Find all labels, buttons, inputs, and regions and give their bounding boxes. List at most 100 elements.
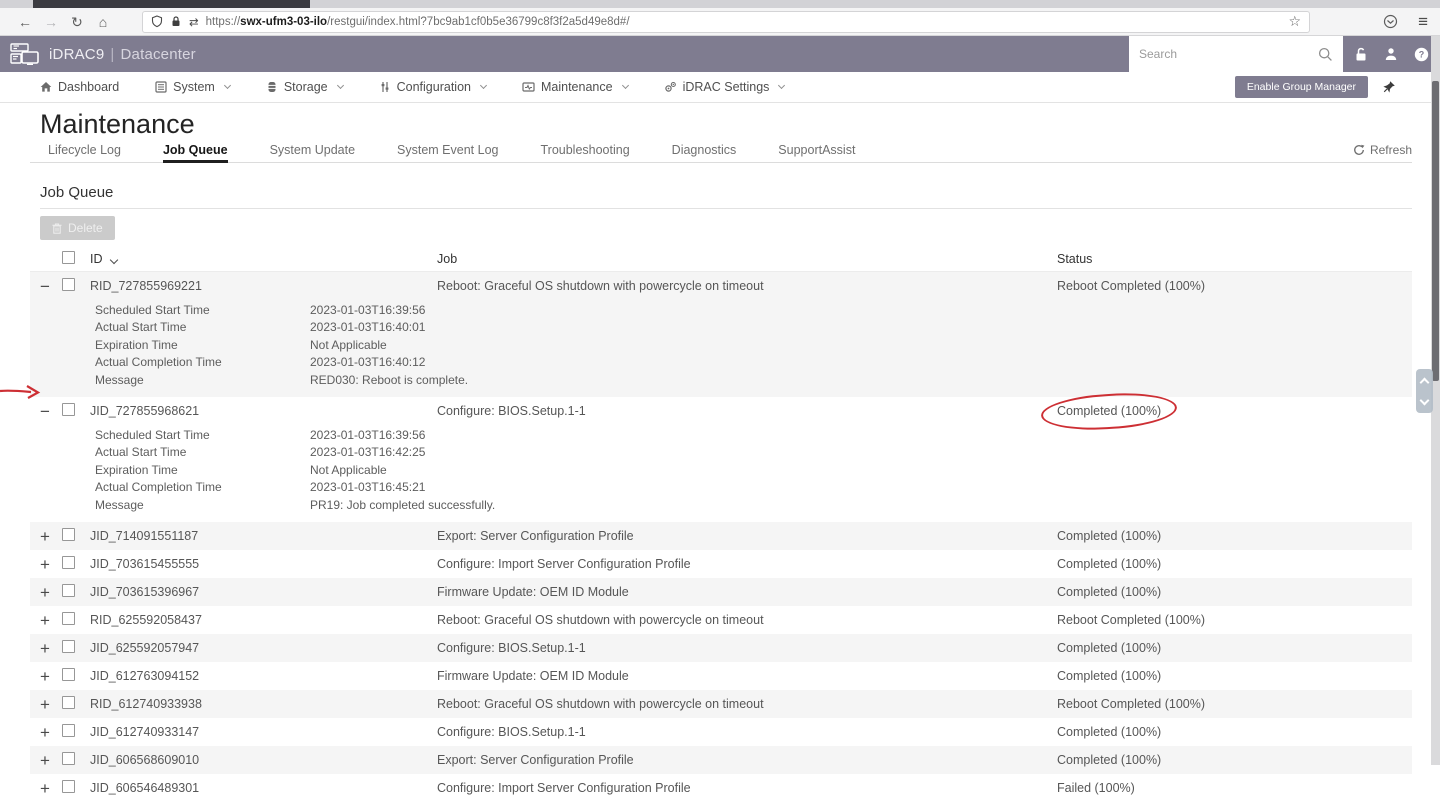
tab-system-update[interactable]: System Update (270, 143, 355, 162)
expand-toggle[interactable]: + (40, 780, 62, 797)
detail-line: Actual Start Time 2023-01-03T16:40:01 (30, 319, 1412, 336)
table-row[interactable]: + JID_612763094152 Firmware Update: OEM … (30, 662, 1412, 690)
expand-toggle[interactable]: − (40, 403, 62, 420)
job-id: JID_703615396967 (90, 585, 437, 599)
reload-icon[interactable]: ↻ (64, 15, 90, 29)
browser-home-icon[interactable]: ⌂ (90, 15, 116, 29)
row-checkbox[interactable] (62, 278, 75, 291)
table-row[interactable]: + JID_606546489301 Configure: Import Ser… (30, 774, 1412, 802)
forward-icon[interactable]: → (38, 15, 64, 29)
tab-lifecycle-log[interactable]: Lifecycle Log (48, 143, 121, 162)
nav-item-idrac-settings[interactable]: iDRAC Settings (664, 80, 785, 94)
trash-icon (52, 223, 62, 234)
table-row[interactable]: + RID_625592058437 Reboot: Graceful OS s… (30, 606, 1412, 634)
tab-diagnostics[interactable]: Diagnostics (672, 143, 737, 162)
expand-toggle[interactable]: + (40, 612, 62, 629)
back-icon[interactable]: ← (12, 15, 38, 29)
address-bar[interactable]: ⇄ https://swx-ufm3-03-ilo/restgui/index.… (142, 11, 1310, 33)
expand-toggle[interactable]: + (40, 556, 62, 573)
nav-item-maintenance[interactable]: Maintenance (522, 80, 628, 94)
row-checkbox[interactable] (62, 752, 75, 765)
detail-value: PR19: Job completed successfully. (310, 497, 1412, 514)
scroll-down-icon[interactable] (1420, 395, 1430, 405)
detail-line: Actual Completion Time 2023-01-03T16:40:… (30, 354, 1412, 371)
column-header-id[interactable]: ID (90, 252, 437, 266)
row-checkbox[interactable] (62, 584, 75, 597)
table-row[interactable]: + RID_612740933938 Reboot: Graceful OS s… (30, 690, 1412, 718)
expand-toggle[interactable]: − (40, 278, 62, 295)
tab-job-queue[interactable]: Job Queue (163, 143, 228, 162)
nav-item-configuration[interactable]: Configuration (379, 80, 486, 94)
enable-group-manager-button[interactable]: Enable Group Manager (1235, 76, 1368, 98)
nav-item-system[interactable]: System (155, 80, 230, 94)
table-row[interactable]: + JID_612740933147 Configure: BIOS.Setup… (30, 718, 1412, 746)
detail-label: Actual Start Time (95, 319, 310, 336)
job-details: Scheduled Start Time 2023-01-03T16:39:56… (30, 300, 1412, 397)
expand-toggle[interactable]: + (40, 528, 62, 545)
nav-item-storage[interactable]: Storage (266, 80, 343, 94)
table-row[interactable]: + JID_714091551187 Export: Server Config… (30, 522, 1412, 550)
detail-label: Message (95, 497, 310, 514)
table-row[interactable]: + JID_703615396967 Firmware Update: OEM … (30, 578, 1412, 606)
browser-tab-strip (0, 0, 1440, 8)
row-checkbox[interactable] (62, 696, 75, 709)
row-checkbox[interactable] (62, 668, 75, 681)
job-name: Reboot: Graceful OS shutdown with powerc… (437, 279, 1057, 293)
job-status: Failed (100%) (1057, 781, 1135, 795)
chevron-down-icon (224, 82, 231, 89)
expand-toggle[interactable]: + (40, 752, 62, 769)
delete-button[interactable]: Delete (40, 216, 115, 240)
page-title: Maintenance (40, 109, 1440, 139)
select-all-checkbox[interactable] (62, 251, 75, 264)
job-id: RID_612740933938 (90, 697, 437, 711)
job-id: JID_625592057947 (90, 641, 437, 655)
refresh-button[interactable]: Refresh (1353, 143, 1412, 162)
pin-icon[interactable] (1382, 80, 1396, 94)
table-row[interactable]: + JID_703615455555 Configure: Import Ser… (30, 550, 1412, 578)
unlock-icon[interactable] (1354, 47, 1368, 61)
job-name: Reboot: Graceful OS shutdown with powerc… (437, 613, 1057, 627)
scrollbar-thumb[interactable] (1432, 81, 1439, 381)
nav-item-dashboard[interactable]: Dashboard (40, 80, 119, 94)
job-id: JID_612740933147 (90, 725, 437, 739)
menu-icon[interactable]: ≡ (1418, 12, 1428, 32)
scroll-up-icon[interactable] (1420, 377, 1430, 387)
row-checkbox[interactable] (62, 528, 75, 541)
table-row[interactable]: − RID_727855969221 Reboot: Graceful OS s… (30, 272, 1412, 300)
job-table-header: ID Job Status (30, 246, 1412, 272)
lock-icon[interactable] (170, 15, 182, 28)
row-checkbox[interactable] (62, 612, 75, 625)
sync-arrows-icon[interactable]: ⇄ (189, 15, 199, 29)
tab-system-event-log[interactable]: System Event Log (397, 143, 498, 162)
row-checkbox[interactable] (62, 724, 75, 737)
row-checkbox[interactable] (62, 780, 75, 793)
expand-toggle[interactable]: + (40, 668, 62, 685)
help-icon[interactable]: ? (1414, 47, 1429, 62)
search-input[interactable] (1139, 47, 1318, 61)
table-row[interactable]: − JID_727855968621 Configure: BIOS.Setup… (30, 397, 1412, 425)
table-row[interactable]: + JID_606568609010 Export: Server Config… (30, 746, 1412, 774)
row-checkbox[interactable] (62, 403, 75, 416)
app-header: iDRAC9|Datacenter ? (0, 36, 1440, 72)
expand-toggle[interactable]: + (40, 724, 62, 741)
expand-toggle[interactable]: + (40, 696, 62, 713)
row-checkbox[interactable] (62, 556, 75, 569)
job-id: JID_612763094152 (90, 669, 437, 683)
scroll-buttons[interactable] (1416, 369, 1433, 413)
tab-troubleshooting[interactable]: Troubleshooting (540, 143, 629, 162)
chevron-down-icon (480, 82, 487, 89)
annotation-arrow (0, 383, 44, 401)
pocket-icon[interactable] (1383, 14, 1398, 29)
tab-supportassist[interactable]: SupportAssist (778, 143, 855, 162)
bookmark-star-icon[interactable]: ☆ (1288, 13, 1301, 30)
table-row[interactable]: + JID_625592057947 Configure: BIOS.Setup… (30, 634, 1412, 662)
search-icon[interactable] (1318, 47, 1333, 62)
expand-toggle[interactable]: + (40, 584, 62, 601)
user-icon[interactable] (1384, 47, 1398, 61)
browser-active-tab[interactable] (33, 0, 310, 8)
row-checkbox[interactable] (62, 640, 75, 653)
job-id: RID_625592058437 (90, 613, 437, 627)
shield-icon[interactable] (151, 15, 163, 28)
expand-toggle[interactable]: + (40, 640, 62, 657)
header-search[interactable] (1129, 36, 1343, 72)
